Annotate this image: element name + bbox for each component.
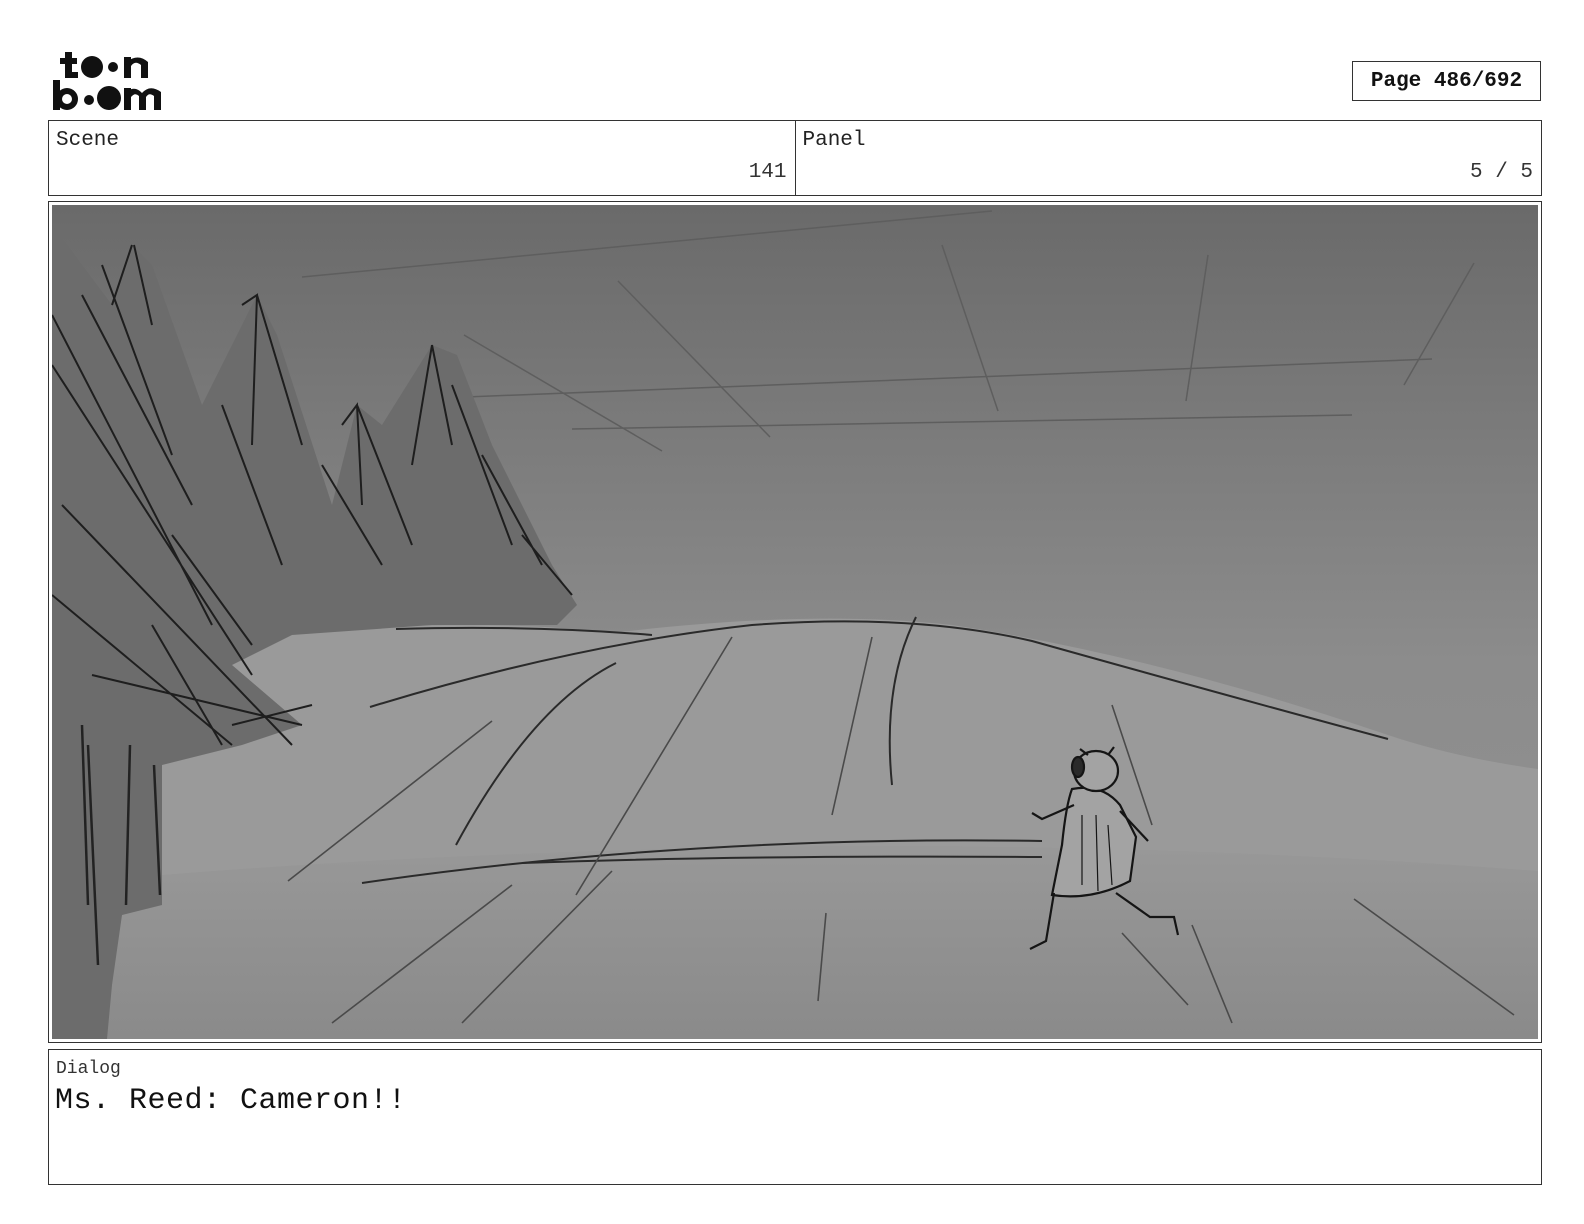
storyboard-sketch-image — [52, 205, 1538, 1039]
dialog-text: Ms. Reed: Cameron!! — [55, 1084, 407, 1118]
dialog-label: Dialog — [56, 1059, 121, 1079]
toon-boom-logo — [53, 52, 161, 110]
page-number-label: Page 486/692 — [1370, 69, 1523, 93]
scene-cell: Scene 141 — [49, 121, 795, 195]
panel-label: Panel — [802, 129, 866, 152]
dialog-box: Dialog Ms. Reed: Cameron!! — [48, 1049, 1542, 1185]
scene-panel-header: Scene 141 Panel 5 / 5 — [48, 120, 1542, 196]
panel-cell: Panel 5 / 5 — [794, 121, 1542, 195]
page-indicator: Page 486/692 — [1352, 61, 1541, 101]
scene-number: 141 — [748, 161, 787, 184]
scene-label: Scene — [56, 129, 120, 152]
storyboard-panel — [48, 201, 1542, 1043]
panel-number: 5 / 5 — [1469, 161, 1533, 184]
